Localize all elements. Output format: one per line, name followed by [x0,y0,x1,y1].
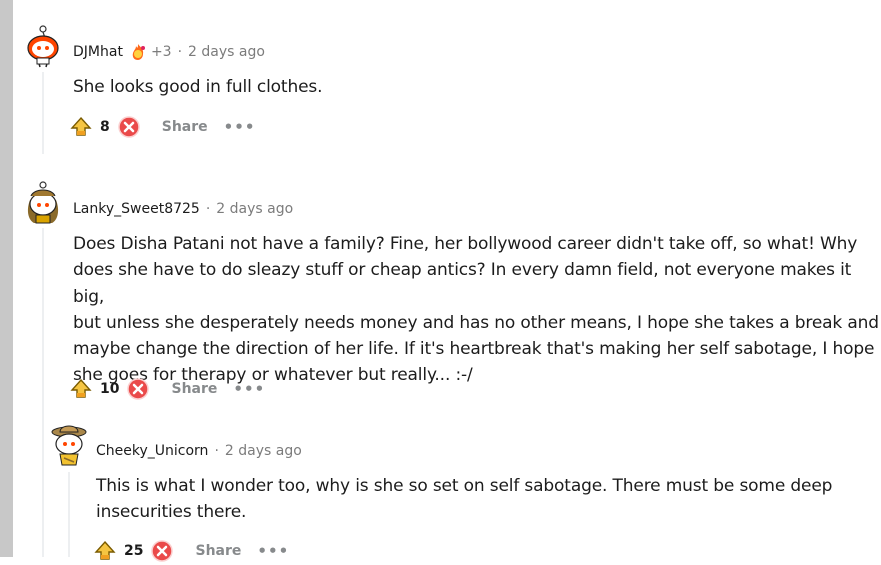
separator-dot: · [205,201,211,217]
comment-meta: DJMhat +3 · 2 days ago [73,43,265,61]
downvote-icon[interactable] [151,540,174,562]
downvote-icon[interactable] [118,116,140,138]
username[interactable]: Lanky_Sweet8725 [73,201,200,217]
more-options-button[interactable]: ••• [257,542,289,560]
comment-body: She looks good in full clothes. [73,77,323,97]
comment-body: This is what I wonder too, why is she so… [96,476,833,523]
vote-score: 10 [100,381,120,397]
comment-meta: Lanky_Sweet8725 · 2 days ago [73,200,293,218]
avatar[interactable] [50,422,88,466]
comment-actions: 10 Share ••• [70,375,265,403]
timestamp[interactable]: 2 days ago [188,44,265,60]
upvote-icon[interactable] [70,116,92,138]
comment-actions: 8 Share ••• [70,113,255,141]
more-options-button[interactable]: ••• [233,380,265,398]
comment-body: Does Disha Patani not have a family? Fin… [73,234,879,386]
comment-meta: Cheeky_Unicorn · 2 days ago [96,442,302,460]
more-options-button[interactable]: ••• [224,118,256,136]
username[interactable]: DJMhat [73,44,123,60]
thread-line[interactable] [68,472,70,557]
timestamp[interactable]: 2 days ago [225,443,302,459]
separator-dot: · [177,44,183,60]
avatar[interactable] [24,24,62,68]
share-button[interactable]: Share [162,119,208,135]
vote-score: 8 [100,119,110,135]
separator-dot: · [214,443,219,459]
timestamp[interactable]: 2 days ago [216,201,293,217]
thread-line[interactable] [42,228,44,557]
avatar[interactable] [24,180,62,224]
upvote-icon[interactable] [94,540,116,562]
downvote-icon[interactable] [127,378,150,400]
upvote-icon[interactable] [70,378,92,400]
share-button[interactable]: Share [171,381,217,397]
award-count: +3 [150,44,172,60]
left-scroll-gutter [0,0,13,557]
comment-actions: 25 Share ••• [94,537,289,565]
fire-flair-icon [129,43,147,61]
thread-line[interactable] [42,72,44,154]
username[interactable]: Cheeky_Unicorn [96,443,208,459]
